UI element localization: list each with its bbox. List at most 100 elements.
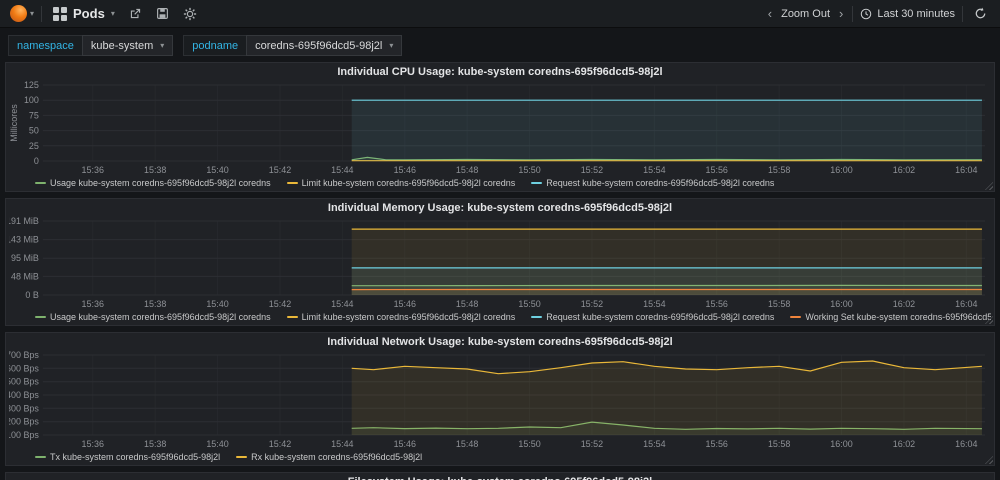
settings-button[interactable]	[180, 4, 200, 24]
svg-text:15:50: 15:50	[518, 439, 540, 449]
legend-series-color	[236, 456, 247, 458]
legend-item[interactable]: Limit kube-system coredns-695f96dcd5-98j…	[287, 312, 516, 322]
variable-value-dropdown[interactable]: coredns-695f96dcd5-98j2l ▾	[246, 35, 402, 56]
chevron-down-icon: ▾	[111, 10, 115, 18]
svg-text:15:42: 15:42	[269, 299, 291, 309]
save-button[interactable]	[153, 4, 173, 24]
svg-text:15:46: 15:46	[394, 165, 416, 175]
svg-text:75: 75	[29, 110, 39, 120]
navbar: ▾ Pods ▾	[0, 0, 1000, 28]
svg-text:15:42: 15:42	[269, 165, 291, 175]
variable-value: kube-system	[91, 40, 153, 52]
svg-text:15:36: 15:36	[82, 439, 104, 449]
svg-text:15:42: 15:42	[269, 439, 291, 449]
legend-series-color	[35, 182, 46, 184]
legend-series-color	[531, 182, 542, 184]
legend-item[interactable]: Usage kube-system coredns-695f96dcd5-98j…	[35, 312, 271, 322]
legend-series-color	[35, 316, 46, 318]
svg-text:15:44: 15:44	[331, 165, 353, 175]
refresh-button[interactable]	[970, 4, 990, 24]
svg-text:0: 0	[34, 156, 39, 166]
save-icon	[156, 7, 169, 20]
panel-legend: Tx kube-system coredns-695f96dcd5-98j2l R…	[9, 450, 991, 463]
svg-text:15:54: 15:54	[643, 165, 665, 175]
variable-label: podname	[183, 35, 246, 56]
svg-text:16:00: 16:00	[830, 165, 852, 175]
svg-text:16:02: 16:02	[893, 299, 915, 309]
legend-series-label: Usage kube-system coredns-695f96dcd5-98j…	[50, 178, 271, 188]
svg-text:16:02: 16:02	[893, 165, 915, 175]
grafana-main-menu[interactable]: ▾	[10, 5, 34, 22]
share-button[interactable]	[126, 4, 146, 24]
svg-text:500 Bps: 500 Bps	[9, 377, 39, 387]
svg-text:15:44: 15:44	[331, 299, 353, 309]
filesystem-panel: Filesystem Usage: kube-system coredns-69…	[5, 472, 995, 480]
dashboard-title: Pods	[73, 6, 105, 21]
svg-text:15:40: 15:40	[206, 439, 228, 449]
svg-text:400 Bps: 400 Bps	[9, 390, 39, 400]
svg-text:15:38: 15:38	[144, 165, 166, 175]
chart-plot[interactable]: 15:3615:3815:4015:4215:4415:4615:4815:50…	[9, 350, 991, 450]
time-shift-back-button[interactable]: ‹	[766, 6, 774, 21]
legend-item[interactable]: Tx kube-system coredns-695f96dcd5-98j2l	[35, 452, 220, 462]
divider	[962, 6, 963, 22]
svg-text:15:56: 15:56	[706, 299, 728, 309]
legend-item[interactable]: Rx kube-system coredns-695f96dcd5-98j2l	[236, 452, 422, 462]
legend-item[interactable]: Limit kube-system coredns-695f96dcd5-98j…	[287, 178, 516, 188]
panel-legend: Usage kube-system coredns-695f96dcd5-98j…	[9, 176, 991, 189]
svg-text:50: 50	[29, 126, 39, 136]
panel-title[interactable]: Filesystem Usage: kube-system coredns-69…	[9, 475, 991, 480]
svg-text:15:48: 15:48	[456, 439, 478, 449]
svg-text:125: 125	[24, 80, 39, 90]
variable-label: namespace	[8, 35, 82, 56]
legend-item[interactable]: Request kube-system coredns-695f96dcd5-9…	[531, 312, 774, 322]
svg-text:15:40: 15:40	[206, 299, 228, 309]
panel-legend: Usage kube-system coredns-695f96dcd5-98j…	[9, 310, 991, 323]
refresh-icon	[974, 7, 987, 20]
svg-text:15:48: 15:48	[456, 299, 478, 309]
zoom-out-button[interactable]: Zoom Out	[781, 8, 830, 20]
svg-text:300 Bps: 300 Bps	[9, 403, 39, 413]
svg-text:15:50: 15:50	[518, 165, 540, 175]
svg-text:191 MiB: 191 MiB	[9, 216, 39, 226]
panel-title[interactable]: Individual CPU Usage: kube-system coredn…	[9, 65, 991, 80]
svg-text:200 Bps: 200 Bps	[9, 417, 39, 427]
svg-text:15:36: 15:36	[82, 165, 104, 175]
time-shift-forward-button[interactable]: ›	[837, 6, 845, 21]
time-range-picker[interactable]: Last 30 minutes	[860, 8, 955, 20]
panel-title[interactable]: Individual Memory Usage: kube-system cor…	[9, 201, 991, 216]
svg-text:16:04: 16:04	[955, 165, 977, 175]
svg-text:15:54: 15:54	[643, 299, 665, 309]
legend-item[interactable]: Working Set kube-system coredns-695f96dc…	[790, 312, 991, 322]
graph-panel: Individual Memory Usage: kube-system cor…	[5, 198, 995, 326]
svg-text:700 Bps: 700 Bps	[9, 350, 39, 360]
svg-text:100 Bps: 100 Bps	[9, 430, 39, 440]
graph-panel: Individual Network Usage: kube-system co…	[5, 332, 995, 466]
legend-item[interactable]: Request kube-system coredns-695f96dcd5-9…	[531, 178, 774, 188]
clock-icon	[860, 8, 872, 20]
share-icon	[129, 7, 142, 20]
svg-text:15:46: 15:46	[394, 299, 416, 309]
legend-series-label: Working Set kube-system coredns-695f96dc…	[805, 312, 991, 322]
legend-series-label: Tx kube-system coredns-695f96dcd5-98j2l	[50, 452, 220, 462]
chart-plot[interactable]: 15:36 15:38 15:40 15:42 15:44 15:46 15:48 15:50…	[9, 80, 991, 176]
svg-text:15:40: 15:40	[206, 165, 228, 175]
svg-text:15:50: 15:50	[518, 299, 540, 309]
svg-text:15:36: 15:36	[82, 299, 104, 309]
legend-series-label: Limit kube-system coredns-695f96dcd5-98j…	[302, 312, 516, 322]
svg-text:15:48: 15:48	[456, 165, 478, 175]
panel-title[interactable]: Individual Network Usage: kube-system co…	[9, 335, 991, 350]
svg-text:15:52: 15:52	[581, 439, 603, 449]
svg-text:15:38: 15:38	[144, 439, 166, 449]
graph-panel: Individual CPU Usage: kube-system coredn…	[5, 62, 995, 192]
legend-series-color	[35, 456, 46, 458]
divider	[852, 6, 853, 22]
legend-item[interactable]: Usage kube-system coredns-695f96dcd5-98j…	[35, 178, 271, 188]
chevron-down-icon: ▾	[30, 10, 34, 18]
legend-series-color	[531, 316, 542, 318]
legend-series-color	[287, 316, 298, 318]
variable-value-dropdown[interactable]: kube-system ▾	[82, 35, 173, 56]
chart-plot[interactable]: 15:3615:3815:4015:4215:4415:4615:4815:50…	[9, 216, 991, 310]
svg-text:15:58: 15:58	[768, 439, 790, 449]
dashboard-picker[interactable]: Pods ▾	[49, 6, 119, 21]
